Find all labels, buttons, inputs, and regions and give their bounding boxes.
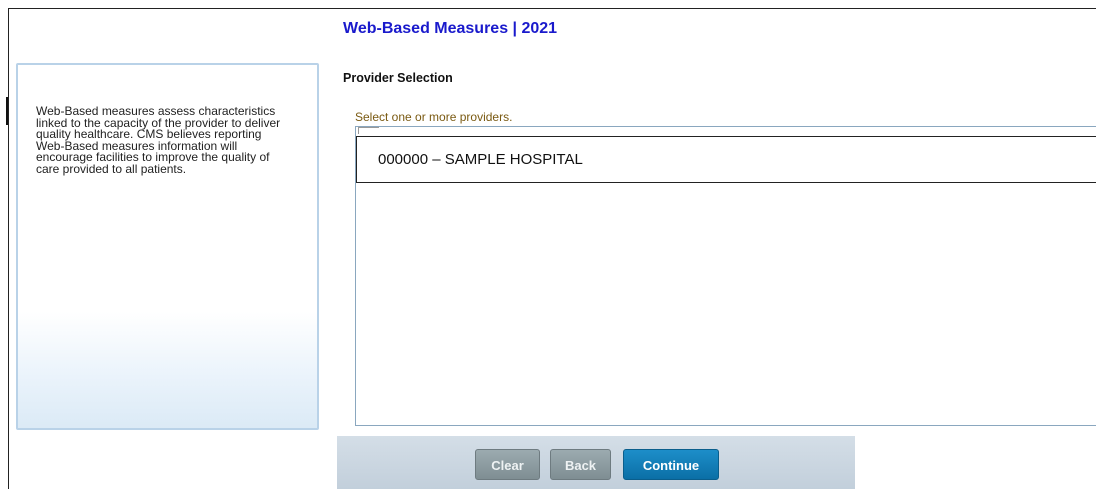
edge-marker	[6, 97, 8, 125]
back-button[interactable]: Back	[550, 449, 611, 480]
list-checkbox-ghost	[358, 127, 379, 134]
info-panel: Web-Based measures assess characteristic…	[16, 63, 319, 430]
page-title: Web-Based Measures | 2021	[343, 20, 558, 37]
clear-button[interactable]: Clear	[475, 449, 540, 480]
info-description: Web-Based measures assess characteristic…	[36, 104, 281, 176]
continue-button[interactable]: Continue	[623, 449, 719, 480]
provider-instruction: Select one or more providers.	[355, 110, 513, 124]
button-bar: Clear Back Continue	[337, 436, 855, 489]
section-title-provider-selection: Provider Selection	[343, 71, 453, 85]
provider-list-item[interactable]: 000000 – SAMPLE HOSPITAL	[356, 136, 1096, 183]
provider-name: 000000 – SAMPLE HOSPITAL	[378, 151, 583, 168]
